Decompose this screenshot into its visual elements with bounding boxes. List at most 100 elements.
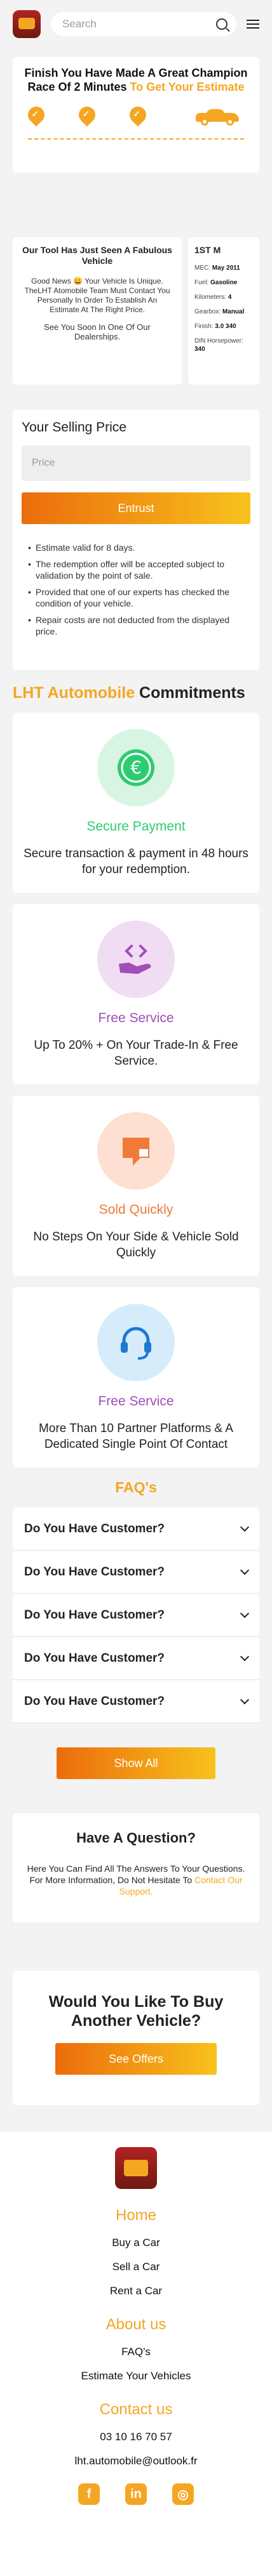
- question-title: Have A Question?: [76, 1830, 196, 1846]
- selling-title: Your Selling Price: [22, 420, 126, 435]
- footer-home-link[interactable]: Sell a Car: [0, 2260, 272, 2274]
- faq-item[interactable]: Do You Have Customer?: [13, 1551, 259, 1594]
- footer-logo[interactable]: [115, 2147, 157, 2189]
- commitment-card: Sold Quickly No Steps On Your Side & Vehi…: [13, 1096, 259, 1276]
- commitment-title: Free Service: [98, 1011, 174, 1025]
- chevron-down-icon[interactable]: [240, 1608, 250, 1618]
- message-icon: [97, 1112, 175, 1190]
- chevron-down-icon[interactable]: [240, 1695, 250, 1704]
- commitment-card: Free Service Up To 20% + On Your Trade-In…: [13, 904, 259, 1084]
- faq-question: Do You Have Customer?: [24, 1651, 165, 1665]
- spec-label: Fuel:: [194, 279, 211, 286]
- tool-message: Good News 😀 Your Vehicle Is Unique. TheL…: [24, 277, 170, 314]
- spec-value: 3.0 340: [215, 323, 236, 330]
- spec-label: Gearbox:: [194, 308, 222, 315]
- estimate-title: Finish You Have Made A Great Champion Ra…: [24, 67, 248, 93]
- buy-card: Would You Like To Buy Another Vehicle? S…: [13, 1971, 259, 2105]
- vehicle-spec: Fuel: Gasoline: [194, 279, 253, 287]
- hamburger-menu-icon[interactable]: [247, 20, 259, 29]
- step-pin-icon: [126, 103, 150, 128]
- faq-question: Do You Have Customer?: [24, 1565, 165, 1579]
- facebook-icon[interactable]: f: [78, 2483, 100, 2505]
- svg-text:€: €: [130, 757, 142, 778]
- spec-value: Manual: [222, 308, 245, 315]
- spec-value: May 2011: [212, 265, 240, 272]
- entrust-button[interactable]: Entrust: [22, 492, 250, 524]
- faq-list: Do You Have Customer? Do You Have Custome…: [13, 1508, 259, 1723]
- see-offers-button[interactable]: See Offers: [55, 2043, 217, 2075]
- progress-dashed-line: [28, 138, 244, 140]
- faq-question: Do You Have Customer?: [24, 1694, 165, 1708]
- commitment-title: Secure Payment: [86, 819, 186, 834]
- commitment-text: No Steps On Your Side & Vehicle Sold Qui…: [33, 1230, 239, 1259]
- search-icon[interactable]: [216, 18, 228, 30]
- commitment-title: Free Service: [98, 1394, 174, 1409]
- spec-value: 4: [228, 294, 232, 301]
- spec-value: 340: [194, 346, 205, 353]
- chevron-down-icon[interactable]: [240, 1565, 250, 1575]
- buy-title: Would You Like To Buy Another Vehicle?: [48, 1993, 224, 2030]
- tool-see-you: See You Soon In One Of Our Dealerships.: [44, 322, 151, 341]
- spec-value: Gasoline: [210, 279, 238, 286]
- commitment-card: € Secure Payment Secure transaction & paym…: [13, 713, 259, 893]
- vehicle-spec: DIN Horsepower: 340: [194, 337, 253, 353]
- tool-title: Our Tool Has Just Seen A Fabulous Vehicl…: [22, 245, 172, 266]
- selling-price-card: Your Selling Price Price Entrust Estimat…: [13, 410, 259, 670]
- faq-title: FAQ's: [115, 1479, 157, 1495]
- headset-icon: [97, 1304, 175, 1381]
- show-all-button[interactable]: Show All: [57, 1747, 215, 1779]
- question-card: Have A Question? Here You Can Find All T…: [13, 1813, 259, 1922]
- vehicle-name: 1ST M: [194, 245, 221, 255]
- vehicle-spec-card: 1ST M MEC: May 2011 Fuel: Gasoline Kilomet…: [188, 237, 259, 384]
- search-input[interactable]: Search: [62, 18, 216, 30]
- selling-note: Estimate valid for 8 days.: [28, 542, 250, 553]
- commitment-text: More Than 10 Partner Platforms & A Dedic…: [39, 1422, 233, 1451]
- spec-label: Finish:: [194, 323, 215, 330]
- faq-item[interactable]: Do You Have Customer?: [13, 1680, 259, 1723]
- linkedin-icon[interactable]: in: [125, 2483, 147, 2505]
- spec-label: DIN Horsepower:: [194, 338, 243, 345]
- step-pin-icon: [75, 103, 99, 128]
- footer-home-title: Home: [115, 2207, 157, 2224]
- estimate-progress-card: Finish You Have Made A Great Champion Ra…: [13, 57, 259, 173]
- footer-about-link[interactable]: FAQ's: [0, 2345, 272, 2359]
- faq-item[interactable]: Do You Have Customer?: [13, 1508, 259, 1551]
- commitments-title: LHT Automobile Commitments: [13, 684, 245, 702]
- brand-logo[interactable]: [13, 10, 41, 38]
- faq-question: Do You Have Customer?: [24, 1608, 165, 1622]
- footer-about-title: About us: [105, 2316, 167, 2333]
- search-bar[interactable]: Search: [51, 12, 236, 36]
- selling-notes: Estimate valid for 8 days. The redemption…: [22, 542, 250, 637]
- faq-question: Do You Have Customer?: [24, 1521, 165, 1535]
- footer: Home Buy a Car Sell a Car Rent a Car About…: [0, 2132, 272, 2576]
- commitment-title: Sold Quickly: [99, 1202, 173, 1217]
- question-text: Here You Can Find All The Answers To You…: [27, 1863, 245, 1896]
- faq-item[interactable]: Do You Have Customer?: [13, 1637, 259, 1680]
- instagram-icon[interactable]: ◎: [172, 2483, 194, 2505]
- vehicle-spec: MEC: May 2011: [194, 264, 253, 272]
- footer-email[interactable]: lht.automobile@outlook.fr: [0, 2454, 272, 2468]
- euro-icon: €: [97, 729, 175, 806]
- chevron-down-icon[interactable]: [240, 1652, 250, 1661]
- footer-home-link[interactable]: Buy a Car: [0, 2236, 272, 2250]
- commitment-text: Secure transaction & payment in 48 hours…: [24, 847, 248, 876]
- car-icon: [196, 108, 239, 126]
- spec-label: MEC:: [194, 265, 212, 272]
- vehicle-spec: Gearbox: Manual: [194, 308, 253, 316]
- footer-home-link[interactable]: Rent a Car: [0, 2284, 272, 2298]
- header: Search: [0, 0, 272, 48]
- hand-code-icon: [97, 921, 175, 998]
- vehicle-spec: Kilometers: 4: [194, 293, 253, 301]
- footer-phone[interactable]: 03 10 16 70 57: [0, 2430, 272, 2444]
- commitment-card: Free Service More Than 10 Partner Platfor…: [13, 1287, 259, 1468]
- price-input[interactable]: Price: [22, 445, 250, 481]
- commitment-text: Up To 20% + On Your Trade-In & Free Serv…: [34, 1039, 238, 1068]
- selling-note: The redemption offer will be accepted su…: [28, 558, 250, 581]
- step-pin-icon: [24, 103, 48, 128]
- progress-steps: [19, 100, 253, 151]
- faq-item[interactable]: Do You Have Customer?: [13, 1594, 259, 1637]
- page: Search Finish You Have Made A Great Cham…: [0, 0, 272, 2576]
- spec-label: Kilometers:: [194, 294, 228, 301]
- chevron-down-icon[interactable]: [240, 1522, 250, 1532]
- footer-about-link[interactable]: Estimate Your Vehicles: [0, 2369, 272, 2383]
